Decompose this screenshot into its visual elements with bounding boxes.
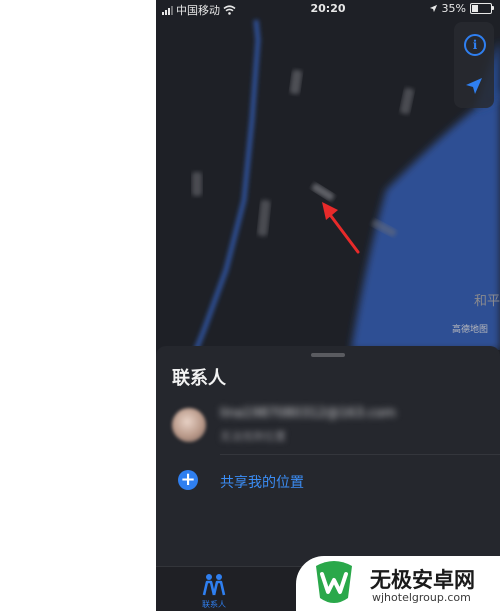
map-label — [399, 87, 415, 115]
map-label — [257, 199, 271, 237]
location-arrow-icon[interactable] — [464, 76, 484, 96]
map-label — [192, 172, 202, 196]
share-location-label: 共享我的位置 — [220, 475, 304, 491]
share-location-button[interactable]: + 共享我的位置 — [156, 466, 500, 496]
watermark-logo-icon — [316, 561, 352, 603]
map-view[interactable]: 和平 高德地图 i — [156, 0, 500, 350]
battery-fill — [472, 5, 478, 12]
map-place-label: 和平 — [473, 294, 500, 309]
location-arrow-icon — [429, 4, 437, 13]
watermark-url: wjhotelgroup.com — [372, 591, 471, 604]
avatar — [172, 408, 206, 442]
battery-percent: 35% — [441, 2, 466, 15]
plus-icon: + — [178, 470, 198, 490]
contact-status: 无法找到位置 — [220, 430, 286, 443]
map-canvas — [192, 19, 500, 350]
tab-people-label: 联系人 — [202, 600, 226, 609]
status-bar: 中国移动 20:20 35% — [156, 0, 500, 18]
tab-people[interactable]: 联系人 — [194, 571, 234, 611]
map-label — [311, 183, 335, 201]
watermark-name: 无极安卓网 — [370, 568, 475, 592]
map-controls: i — [454, 22, 494, 108]
map-legal-label[interactable]: 高德地图 — [452, 322, 488, 335]
info-icon[interactable]: i — [464, 34, 486, 56]
sheet-grabber[interactable] — [311, 353, 345, 357]
map-road — [351, 90, 500, 350]
battery-icon — [470, 3, 494, 14]
map-label — [289, 69, 303, 95]
divider — [220, 454, 500, 455]
people-icon — [202, 574, 226, 596]
sheet-title: 联系人 — [172, 368, 226, 389]
watermark: 无极安卓网 wjhotelgroup.com — [296, 556, 500, 611]
contact-email: lina1987080312@163.com — [220, 406, 396, 421]
contact-row[interactable]: lina1987080312@163.com 无法找到位置 — [156, 396, 500, 454]
phone-screen: 和平 高德地图 i 中国移动 20:20 35% 联系人 lina1987080… — [156, 0, 500, 611]
map-road — [193, 19, 261, 350]
arrow-annotation — [322, 202, 360, 254]
